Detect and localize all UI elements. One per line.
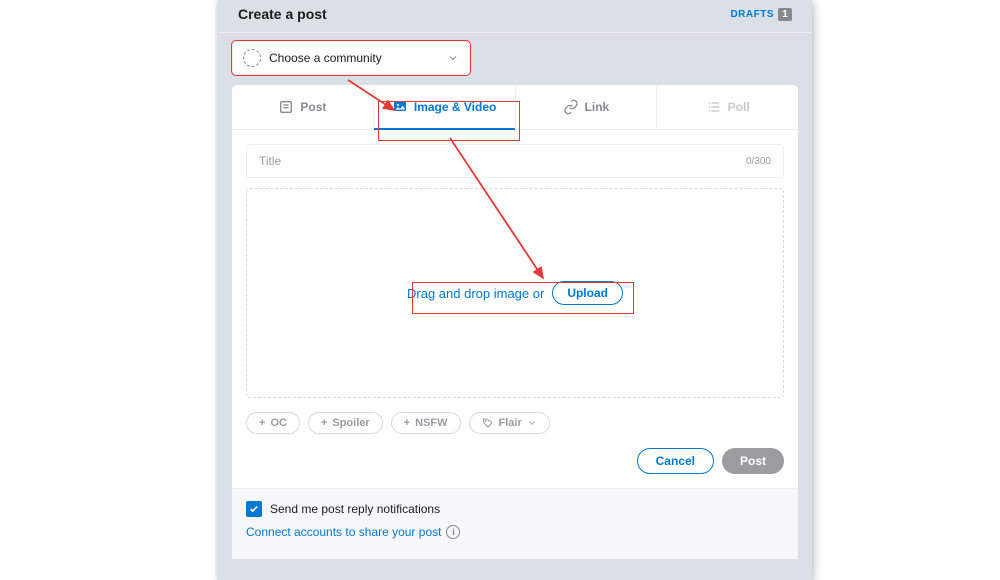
dropzone-text: Drag and drop image or xyxy=(407,286,544,301)
tab-post-label: Post xyxy=(300,100,326,114)
flair-label: Flair xyxy=(499,417,522,429)
community-row: Choose a community xyxy=(218,33,812,85)
chevron-down-icon xyxy=(447,52,459,64)
tab-link-label: Link xyxy=(585,100,610,114)
plus-icon: + xyxy=(321,417,327,429)
tab-post[interactable]: Post xyxy=(232,85,374,129)
flair-tag[interactable]: Flair xyxy=(469,412,550,434)
notify-label: Send me post reply notifications xyxy=(270,502,440,516)
plus-icon: + xyxy=(404,417,410,429)
tag-row: + OC + Spoiler + NSFW Flair xyxy=(246,412,784,434)
image-icon xyxy=(392,99,408,115)
tab-poll: Poll xyxy=(657,85,798,129)
title-count: 0/300 xyxy=(746,156,771,167)
notify-row[interactable]: Send me post reply notifications xyxy=(246,501,784,517)
nsfw-label: NSFW xyxy=(415,417,447,429)
post-icon xyxy=(278,99,294,115)
drafts-label: DRAFTS xyxy=(730,9,774,20)
post-panel: Post Image & Video Link Poll xyxy=(232,85,798,559)
tab-image-label: Image & Video xyxy=(414,100,496,114)
drafts-count-badge: 1 xyxy=(778,8,792,21)
post-button[interactable]: Post xyxy=(722,448,784,474)
upload-dropzone[interactable]: Drag and drop image or Upload xyxy=(246,188,784,398)
tab-poll-label: Poll xyxy=(728,100,750,114)
chevron-down-icon xyxy=(527,418,537,428)
plus-icon: + xyxy=(259,417,265,429)
info-icon: i xyxy=(446,525,460,539)
drafts-button[interactable]: DRAFTS 1 xyxy=(730,8,792,21)
tab-link[interactable]: Link xyxy=(516,85,658,129)
tab-image-video[interactable]: Image & Video xyxy=(374,85,516,129)
upload-button[interactable]: Upload xyxy=(552,281,623,305)
connect-accounts-link[interactable]: Connect accounts to share your post i xyxy=(246,525,784,539)
tabs: Post Image & Video Link Poll xyxy=(232,85,798,130)
spoiler-label: Spoiler xyxy=(332,417,369,429)
cancel-button[interactable]: Cancel xyxy=(637,448,714,474)
connect-label: Connect accounts to share your post xyxy=(246,525,441,539)
title-placeholder: Title xyxy=(259,154,746,168)
checkbox-checked-icon[interactable] xyxy=(246,501,262,517)
community-placeholder-text: Choose a community xyxy=(269,51,447,65)
poll-icon xyxy=(706,99,722,115)
header: Create a post DRAFTS 1 xyxy=(218,0,812,33)
link-icon xyxy=(563,99,579,115)
actions: Cancel Post xyxy=(232,434,798,489)
community-select[interactable]: Choose a community xyxy=(232,41,470,75)
flair-icon xyxy=(482,417,494,429)
oc-label: OC xyxy=(270,417,287,429)
create-post-card: Create a post DRAFTS 1 Choose a communit… xyxy=(218,0,812,580)
community-placeholder-icon xyxy=(243,49,261,67)
spoiler-tag[interactable]: + Spoiler xyxy=(308,412,383,434)
title-input[interactable]: Title 0/300 xyxy=(246,144,784,178)
nsfw-tag[interactable]: + NSFW xyxy=(391,412,461,434)
page-title: Create a post xyxy=(238,6,327,22)
footer: Send me post reply notifications Connect… xyxy=(232,489,798,559)
oc-tag[interactable]: + OC xyxy=(246,412,300,434)
